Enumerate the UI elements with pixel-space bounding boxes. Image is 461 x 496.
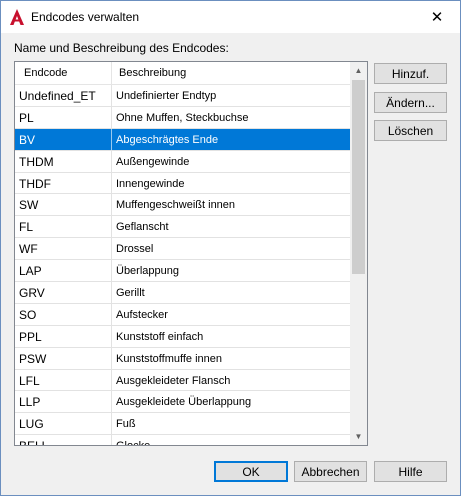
description-cell: Kunststoffmuffe innen xyxy=(116,352,222,365)
scroll-down-icon[interactable]: ▼ xyxy=(350,428,367,445)
cell-divider xyxy=(111,347,112,369)
list-item[interactable]: FL Geflanscht xyxy=(15,216,350,239)
list-item[interactable]: LLP Ausgekleidete Überlappung xyxy=(15,391,350,414)
window-title: Endcodes verwalten xyxy=(31,10,140,24)
column-header-endcode[interactable]: Endcode xyxy=(24,67,67,79)
cell-divider xyxy=(111,85,112,106)
list-item[interactable]: PSW Kunststoffmuffe innen xyxy=(15,347,350,370)
edit-button[interactable]: Ändern... xyxy=(374,92,447,113)
list-item[interactable]: LFL Ausgekleideter Flansch xyxy=(15,369,350,392)
endcode-cell: FL xyxy=(19,220,34,235)
list-header: Endcode Beschreibung xyxy=(15,62,350,85)
list-rows: Undefined_ET Undefinierter Endtyp PL Ohne M… xyxy=(15,85,350,445)
endcode-list[interactable]: Endcode Beschreibung Undefined_ET Undefin… xyxy=(14,61,368,446)
list-item[interactable]: THDM Außengewinde xyxy=(15,150,350,173)
endcode-cell: SW xyxy=(19,198,39,213)
endcode-cell: LFL xyxy=(19,373,40,388)
endcode-cell: WF xyxy=(19,242,38,257)
endcode-cell: BV xyxy=(19,132,36,147)
description-cell: Ausgekleidete Überlappung xyxy=(116,396,252,409)
list-item[interactable]: GRV Gerillt xyxy=(15,282,350,304)
ok-button[interactable]: OK xyxy=(214,461,288,482)
description-cell: Undefinierter Endtyp xyxy=(116,90,217,102)
list-item[interactable]: LAP Überlappung xyxy=(15,260,350,283)
description-cell: Aufstecker xyxy=(116,308,168,321)
cell-divider xyxy=(111,391,112,413)
list-item[interactable]: PL Ohne Muffen, Steckbuchse xyxy=(15,106,350,129)
delete-button[interactable]: Löschen xyxy=(374,120,447,141)
scroll-thumb[interactable] xyxy=(352,80,365,274)
endcode-cell: BELL xyxy=(19,439,48,445)
cell-divider xyxy=(111,128,112,150)
list-item[interactable]: THDF Innengewinde xyxy=(15,172,350,195)
cell-divider xyxy=(111,325,112,347)
cell-divider xyxy=(111,216,112,238)
list-item[interactable]: WF Drossel xyxy=(15,238,350,261)
cell-divider xyxy=(111,260,112,282)
endcode-cell: THDF xyxy=(19,176,51,191)
cell-divider xyxy=(111,150,112,172)
description-cell: Muffengeschweißt innen xyxy=(116,199,236,212)
cell-divider xyxy=(111,282,112,303)
cell-divider xyxy=(111,172,112,194)
cell-divider xyxy=(111,303,112,325)
description-cell: Ohne Muffen, Steckbuchse xyxy=(116,111,249,124)
endcode-cell: Undefined_ET xyxy=(19,89,96,103)
vertical-scrollbar[interactable]: ▲ ▼ xyxy=(350,62,367,445)
list-item[interactable]: BV Abgeschrägtes Ende xyxy=(15,128,350,151)
cancel-button[interactable]: Abbrechen xyxy=(294,461,367,482)
column-header-description[interactable]: Beschreibung xyxy=(119,67,186,79)
cell-divider xyxy=(111,435,112,445)
list-item[interactable]: BELL Glocke xyxy=(15,435,350,445)
close-icon[interactable]: ✕ xyxy=(414,1,460,33)
description-cell: Gerillt xyxy=(116,287,145,300)
autocad-app-icon xyxy=(10,9,24,25)
endcode-cell: PSW xyxy=(19,351,47,366)
add-button[interactable]: Hinzuf. xyxy=(374,63,447,84)
cell-divider xyxy=(111,106,112,128)
title-bar: Endcodes verwalten ✕ xyxy=(1,1,460,33)
description-cell: Ausgekleideter Flansch xyxy=(116,374,231,387)
cell-divider xyxy=(111,194,112,216)
description-cell: Drossel xyxy=(116,243,154,256)
description-cell: Kunststoff einfach xyxy=(116,330,204,343)
description-cell: Geflanscht xyxy=(116,221,169,234)
list-item[interactable]: PPL Kunststoff einfach xyxy=(15,325,350,348)
endcode-cell: SO xyxy=(19,307,37,322)
endcode-cell: PL xyxy=(19,110,34,125)
description-cell: Glocke xyxy=(116,440,150,445)
column-separator[interactable] xyxy=(111,62,112,84)
cell-divider xyxy=(111,413,112,435)
cell-divider xyxy=(111,238,112,260)
list-item[interactable]: SW Muffengeschweißt innen xyxy=(15,194,350,217)
description-cell: Außengewinde xyxy=(116,155,190,168)
description-cell: Innengewinde xyxy=(116,177,185,190)
list-item[interactable]: LUG Fuß xyxy=(15,413,350,436)
description-cell: Fuß xyxy=(116,418,136,431)
scroll-up-icon[interactable]: ▲ xyxy=(350,62,367,79)
endcode-cell: PPL xyxy=(19,329,42,344)
list-item[interactable]: SO Aufstecker xyxy=(15,303,350,326)
list-label: Name und Beschreibung des Endcodes: xyxy=(14,41,229,55)
help-button[interactable]: Hilfe xyxy=(374,461,447,482)
cell-divider xyxy=(111,369,112,391)
list-item[interactable]: Undefined_ET Undefinierter Endtyp xyxy=(15,85,350,107)
description-cell: Abgeschrägtes Ende xyxy=(116,133,219,146)
endcode-cell: LLP xyxy=(19,395,41,410)
description-cell: Überlappung xyxy=(116,265,179,278)
endcode-cell: LUG xyxy=(19,417,44,432)
endcode-cell: THDM xyxy=(19,154,54,169)
endcode-cell: LAP xyxy=(19,264,42,279)
dialog-window: Endcodes verwalten ✕ Name und Beschreibu… xyxy=(0,0,461,496)
endcode-cell: GRV xyxy=(19,286,45,301)
